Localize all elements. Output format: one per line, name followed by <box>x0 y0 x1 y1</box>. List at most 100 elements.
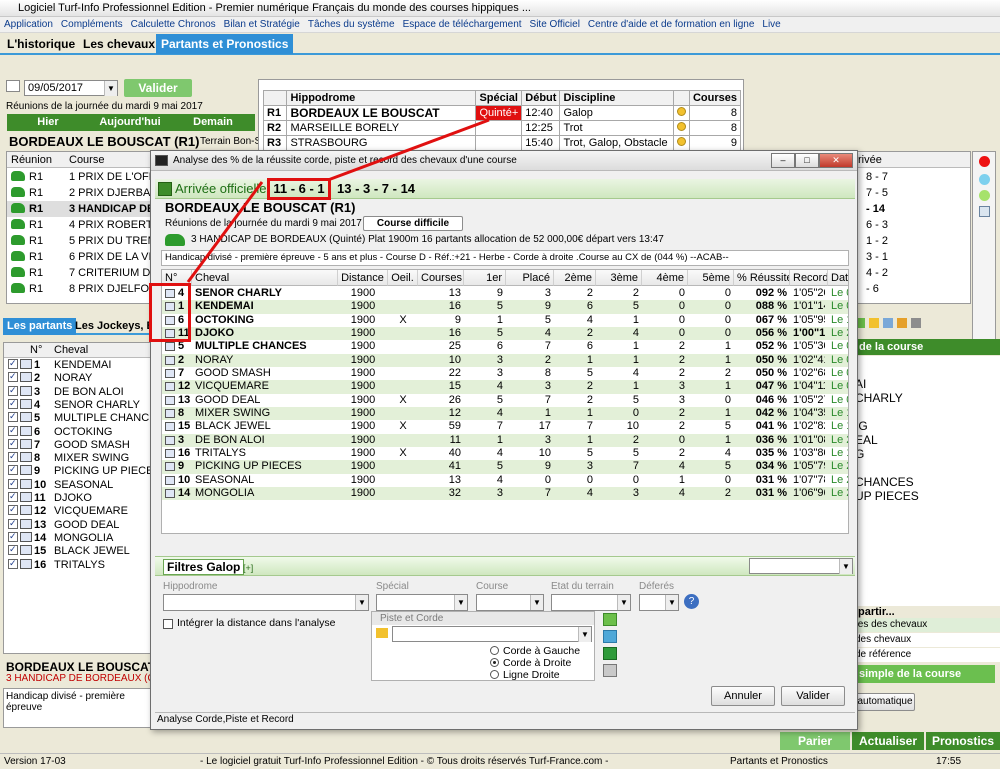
yesterday-button[interactable]: Hier <box>7 114 89 131</box>
partant-row[interactable]: 15 BLACK JEWEL <box>8 543 130 558</box>
partant-checkbox[interactable] <box>8 477 18 490</box>
filters-plus[interactable]: [+] <box>243 563 253 573</box>
partant-row[interactable]: 4 SENOR CHARLY <box>8 397 140 412</box>
grid-row[interactable]: 5 MULTIPLE CHANCES 1900 25 6 7 6 1 2 1 052 % 1'05"3… <box>162 340 848 353</box>
hippodrome-row[interactable]: R3 STRASBOURG 15:40 Trot, Galop, Obstacl… <box>262 135 742 150</box>
grid-row[interactable]: 1KENDEMAI190016596500088 %1'01"14Le 07/ <box>162 300 848 314</box>
chevron-down-icon[interactable]: ▼ <box>617 595 630 610</box>
actualiser-button[interactable]: Actualiser <box>852 732 924 750</box>
partant-checkbox[interactable] <box>8 370 18 383</box>
menu-item[interactable]: Espace de téléchargement <box>399 17 526 32</box>
partant-row[interactable]: 10 SEASONAL <box>8 477 113 492</box>
menu-item[interactable]: Application <box>0 17 57 32</box>
partant-row[interactable]: 1 KENDEMAI <box>8 357 111 372</box>
menu-item[interactable]: Live <box>758 17 784 32</box>
grid-col-header[interactable]: % Réussite <box>734 270 790 286</box>
partant-checkbox[interactable] <box>8 437 18 450</box>
partant-checkbox[interactable] <box>8 410 18 423</box>
speaker-icon[interactable] <box>897 318 907 328</box>
race-row[interactable]: R1 2 PRIX DJERBA C <box>7 185 155 201</box>
tab-chevaux[interactable]: Les chevaux <box>78 34 160 54</box>
race-row[interactable]: R1 1 PRIX DE L'OFFI <box>7 169 155 185</box>
menu-item[interactable]: Centre d'aide et de formation en ligne <box>584 17 758 32</box>
dialog-minimize-icon[interactable]: ‒ <box>771 153 795 168</box>
radio-icon[interactable] <box>490 670 499 679</box>
filters-select[interactable]: ▼ <box>749 558 853 574</box>
automatique-button[interactable]: automatique <box>855 693 915 711</box>
date-field[interactable]: 09/05/2017 ▼ <box>24 80 118 96</box>
partant-row[interactable]: 9 PICKING UP PIECES <box>8 463 154 478</box>
apply-icon[interactable] <box>603 613 617 626</box>
radio-icon[interactable] <box>490 646 499 655</box>
hippodrome-row[interactable]: R2 MARSEILLE BORELY 12:25 Trot 8 <box>262 120 742 136</box>
filter-icon[interactable] <box>979 206 990 217</box>
partant-row[interactable]: 8 MIXER SWING <box>8 450 129 465</box>
menu-item[interactable]: Tâches du système <box>304 17 399 32</box>
grid-col-header[interactable]: Oeil. <box>388 270 418 286</box>
partant-row[interactable]: 5 MULTIPLE CHANCES <box>8 410 154 425</box>
grid-row[interactable]: 14MONGOLIA190032374342031 %1'06"96Le 27/ <box>162 486 848 501</box>
tab-partants[interactable]: Partants et Pronostics <box>156 34 294 54</box>
validate-date-button[interactable]: Valider <box>124 79 192 97</box>
chevron-down-icon[interactable]: ▼ <box>454 595 467 610</box>
grid-row[interactable]: 15BLACK JEWEL1900X5971771025041 %1'02"82… <box>162 420 848 433</box>
reload-icon[interactable] <box>603 630 617 643</box>
partant-checkbox[interactable] <box>8 357 18 370</box>
grid-col-header[interactable]: 4ème <box>642 270 688 286</box>
partant-checkbox[interactable] <box>8 450 18 463</box>
partant-checkbox[interactable] <box>8 384 18 397</box>
parier-button[interactable]: Parier <box>780 732 850 750</box>
chevron-down-icon[interactable]: ▼ <box>665 595 678 610</box>
partant-checkbox[interactable] <box>8 530 18 543</box>
partant-checkbox[interactable] <box>8 397 18 410</box>
corde-radio-option[interactable]: Corde à Gauche <box>490 645 580 657</box>
settings-icon[interactable] <box>911 318 921 328</box>
grid-col-header[interactable]: 2ème <box>554 270 596 286</box>
dialog-close-icon[interactable]: ✕ <box>819 153 853 168</box>
today-button[interactable]: Aujourd'hui <box>89 114 171 131</box>
grid-col-header[interactable]: Placé <box>506 270 554 286</box>
pronostics-button[interactable]: Pronostics <box>926 732 1000 750</box>
grid-row[interactable]: 10SEASONAL190013400010031 %1'07"78Le 21/ <box>162 474 848 487</box>
simple-course-button[interactable]: simple de la course <box>855 665 995 683</box>
deferes-select[interactable]: ▼ <box>639 594 679 611</box>
menu-item[interactable]: Calculette Chronos <box>127 17 220 32</box>
green-indicator-icon[interactable] <box>979 190 990 201</box>
partant-checkbox[interactable] <box>8 503 18 516</box>
piste-select[interactable]: ▼ <box>392 626 592 642</box>
grid-col-header[interactable]: Distance <box>338 270 388 286</box>
grid-row[interactable]: 9 PICKING UP PIECES 1900 41 5 9 3 7 4 5 034 % 1'05"… <box>162 460 848 474</box>
grid-row[interactable]: 2NORAY190010321121050 %1'02"41Le 06/ <box>162 353 848 367</box>
corde-radio-option[interactable]: Ligne Droite <box>490 669 560 681</box>
grid-row[interactable]: 13GOOD DEAL1900X26572530046 %1'05"27Le 0… <box>162 394 848 407</box>
partant-checkbox[interactable] <box>8 557 18 570</box>
date-dropdown-icon[interactable]: ▼ <box>104 81 117 96</box>
folder-icon[interactable] <box>869 318 879 328</box>
calendar-icon[interactable] <box>6 80 20 92</box>
excel-icon[interactable] <box>603 647 617 660</box>
partant-row[interactable]: 12 VICQUEMARE <box>8 503 128 518</box>
right-panel-option[interactable]: des chevaux <box>855 633 1000 647</box>
help-icon[interactable]: ? <box>684 594 699 609</box>
grid-col-header[interactable]: 1er <box>464 270 506 286</box>
race-row[interactable]: R1 8 PRIX DJELFOR <box>7 281 155 297</box>
partant-checkbox[interactable] <box>8 543 18 556</box>
race-row[interactable]: R1 4 PRIX ROBERT D <box>7 217 155 233</box>
hippodrome-row[interactable]: R1 BORDEAUX LE BOUSCAT Quinté+ 12:40 Gal… <box>262 105 742 121</box>
tab-historique[interactable]: L'historique <box>2 34 80 54</box>
validate-button[interactable]: Valider <box>781 686 845 706</box>
race-row[interactable]: R1 6 PRIX DE LA VIL <box>7 249 155 265</box>
grid-col-header[interactable]: 5ème <box>688 270 734 286</box>
hippodrome-select[interactable]: ▼ <box>163 594 369 611</box>
grid-row[interactable]: 3DE BON ALOI190011131201036 %1'01"08Le 2… <box>162 433 848 447</box>
menu-item[interactable]: Compléments <box>57 17 127 32</box>
integrate-distance-checkbox[interactable] <box>163 619 173 629</box>
partant-checkbox[interactable] <box>8 463 18 476</box>
grid-col-header[interactable]: Courses <box>418 270 464 286</box>
grid-row[interactable]: 11DJOKO190016542400056 %1'00"18Le 22/ <box>162 326 848 341</box>
grid-row[interactable]: 8MIXER SWING190012411021042 %1'04"35Le 1… <box>162 406 848 421</box>
chevron-down-icon[interactable]: ▼ <box>355 595 368 610</box>
menu-item[interactable]: Site Officiel <box>526 17 584 32</box>
partant-checkbox[interactable] <box>8 517 18 530</box>
partant-row[interactable]: 6 OCTOKING <box>8 424 112 439</box>
